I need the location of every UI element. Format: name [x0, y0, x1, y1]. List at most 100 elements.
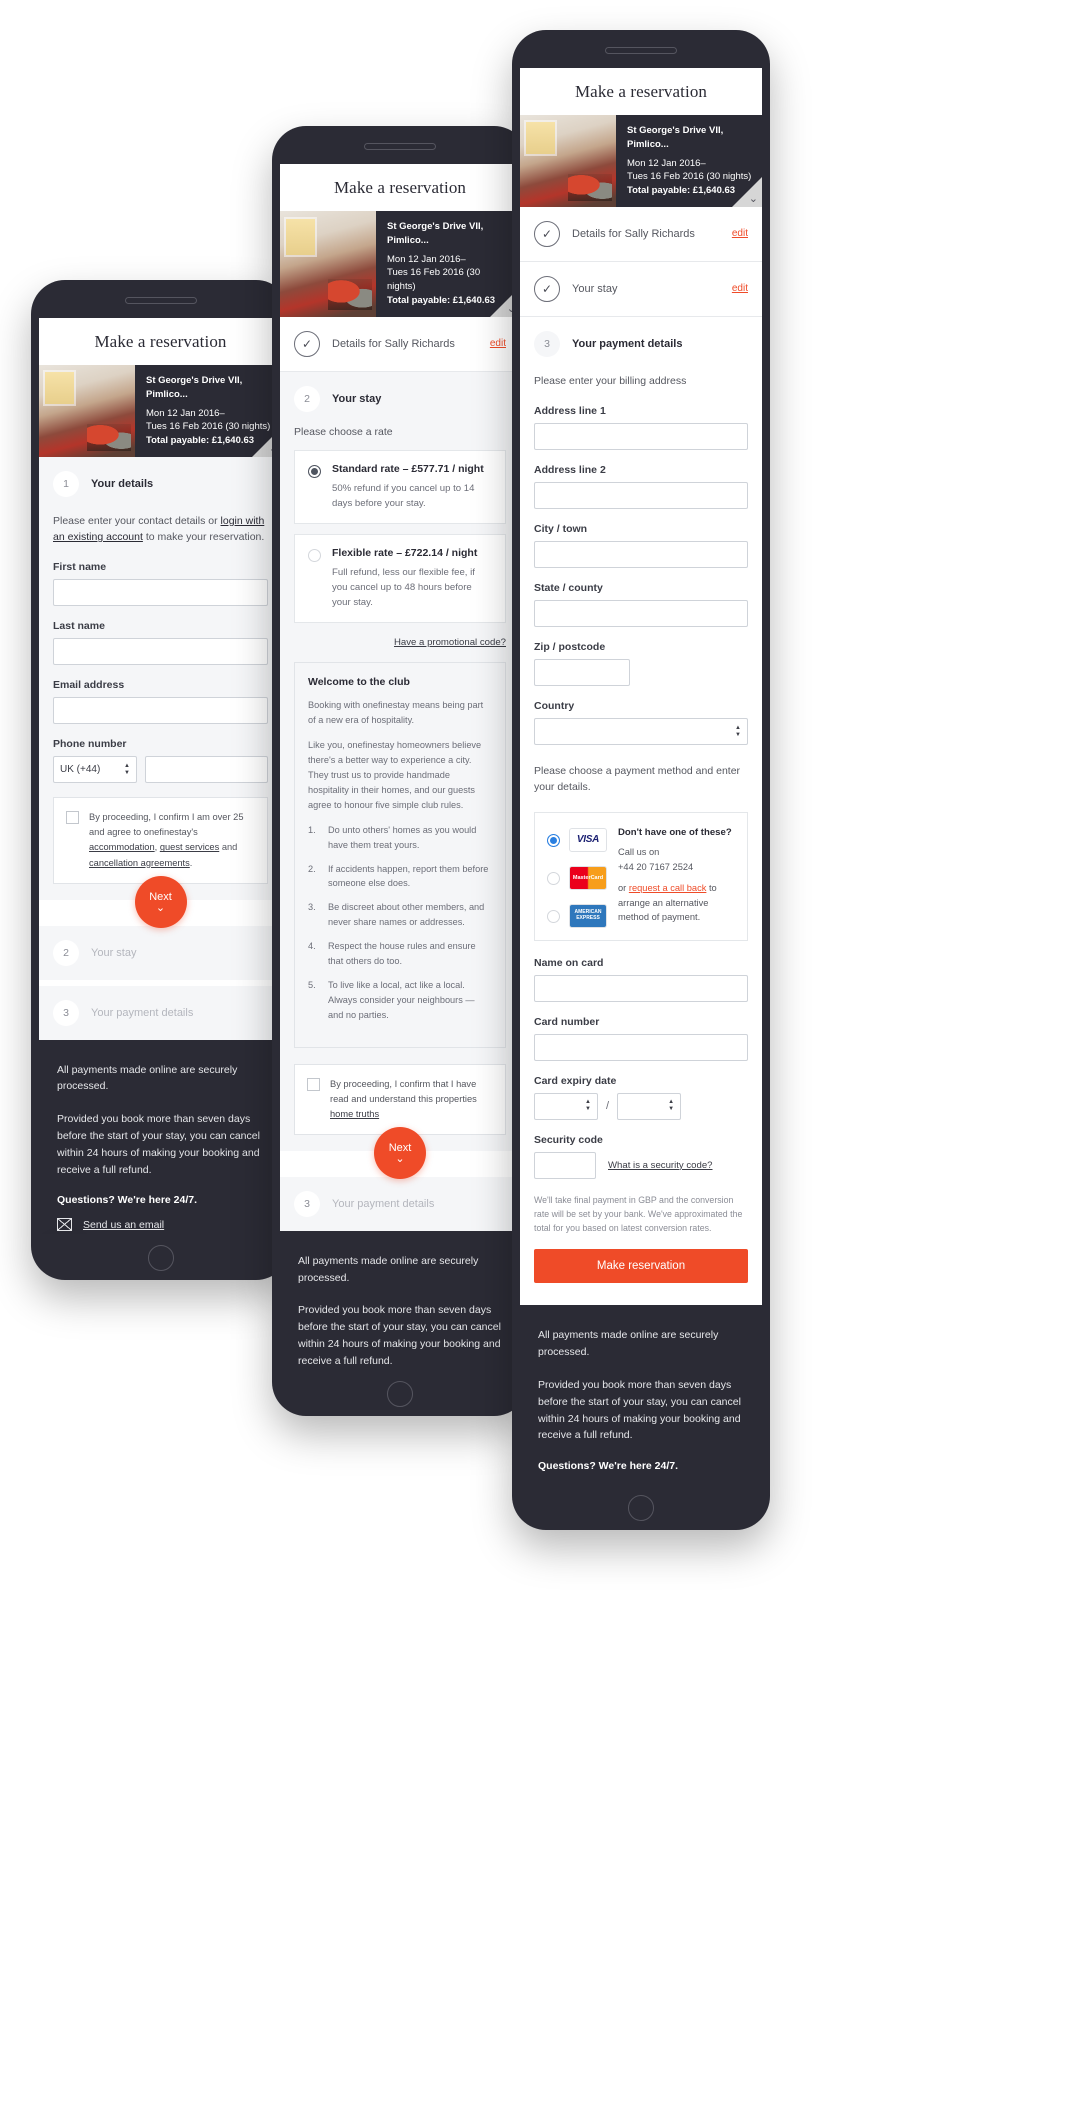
- phone-country-value: UK (+44): [60, 764, 101, 776]
- phone-home-button[interactable]: [147, 1245, 174, 1271]
- state-input[interactable]: [534, 600, 748, 628]
- radio-visa[interactable]: [547, 834, 560, 848]
- property-checkin: Mon 12 Jan 2016–: [627, 157, 706, 169]
- phone-device-step2: Make a reservation St George's Drive VII…: [272, 126, 528, 1416]
- cancellation-link[interactable]: cancellation agreements: [89, 858, 190, 868]
- club-rule: Respect the house rules and ensure that …: [308, 939, 476, 967]
- step-number-3: 3: [53, 999, 79, 1026]
- step-number-2: 2: [53, 939, 79, 966]
- terms-checkbox[interactable]: [66, 811, 79, 825]
- club-rule: To live like a local, act like a local. …: [308, 978, 475, 1020]
- rate-title-standard: Standard rate – £577.71 / night: [332, 462, 484, 475]
- card-number-input[interactable]: [534, 1033, 748, 1061]
- rate-title-flexible: Flexible rate – £722.14 / night: [332, 546, 478, 559]
- edit-details-link[interactable]: edit: [732, 228, 748, 239]
- step-header-details-done[interactable]: ✓ Details for Sally Richards edit: [280, 316, 520, 372]
- next-button-wrap: Next ⌄: [280, 1126, 520, 1179]
- payment-option-mastercard[interactable]: MasterCard: [547, 865, 607, 890]
- club-rules-list: Do unto others' homes as you would have …: [308, 823, 492, 1023]
- form-your-stay: Please choose a rate Standard rate – £57…: [280, 425, 520, 1151]
- phone-home-button[interactable]: [387, 1381, 413, 1407]
- first-name-input[interactable]: [53, 579, 268, 607]
- phone-number-input[interactable]: [145, 756, 268, 784]
- edit-details-link[interactable]: edit: [490, 338, 506, 349]
- check-icon: ✓: [534, 220, 560, 247]
- last-name-input[interactable]: [53, 638, 268, 666]
- next-button-step2[interactable]: Next ⌄: [374, 1126, 426, 1179]
- step-header-your-payment: 3 Your payment details: [520, 316, 762, 371]
- footer-questions: Questions? We're here 24/7.: [57, 1194, 198, 1207]
- guest-services-link[interactable]: guest services: [160, 842, 219, 852]
- name-on-card-input[interactable]: [534, 974, 748, 1002]
- email-input[interactable]: [53, 697, 268, 725]
- screen-step1: Make a reservation St George's Drive VII…: [39, 318, 282, 1234]
- address2-input[interactable]: [534, 482, 748, 510]
- expiry-row: ▲ ▼ / ▲ ▼: [534, 1092, 748, 1120]
- phone-country-select[interactable]: UK (+44) ▲ ▼: [53, 756, 137, 784]
- what-is-security-code-link[interactable]: What is a security code?: [608, 1160, 713, 1171]
- club-rule: Be discreet about other members, and nev…: [308, 900, 485, 928]
- expiry-year-select[interactable]: ▲ ▼: [617, 1092, 682, 1120]
- security-code-input[interactable]: [534, 1151, 596, 1179]
- visa-logo-text: VISA: [576, 834, 600, 846]
- footer-secure-text: All payments made online are securely pr…: [538, 1329, 719, 1359]
- step-header-stay-done[interactable]: ✓ Your stay edit: [520, 261, 762, 317]
- payment-option-visa[interactable]: VISA: [547, 827, 607, 852]
- rate-instruction: Please choose a rate: [294, 425, 393, 438]
- state-label: State / county: [534, 582, 603, 595]
- payment-option-amex[interactable]: AMERICAN EXPRESS: [547, 903, 607, 928]
- or-text: or: [618, 882, 629, 893]
- step-label-your-details: Your details: [91, 477, 154, 490]
- rate-option-standard[interactable]: Standard rate – £577.71 / night 50% refu…: [294, 449, 506, 524]
- property-summary-bar[interactable]: St George's Drive VII, Pimlico... Mon 12…: [39, 365, 282, 457]
- property-photo: [280, 211, 376, 317]
- club-rule: If accidents happen, report them before …: [308, 862, 489, 889]
- phone-home-button[interactable]: [628, 1495, 654, 1521]
- home-truths-text-a: By proceeding, I confirm that I have rea…: [330, 1078, 477, 1104]
- footer-refund-text: Provided you book more than seven days b…: [298, 1304, 501, 1367]
- step-label-your-payment: Your payment details: [91, 1006, 194, 1019]
- currency-fine-print: We'll take final payment in GBP and the …: [534, 1194, 743, 1234]
- radio-standard-rate[interactable]: [308, 464, 321, 478]
- city-input[interactable]: [534, 541, 748, 569]
- radio-flexible-rate[interactable]: [308, 548, 321, 562]
- zip-label: Zip / postcode: [534, 641, 606, 654]
- next-button-step1[interactable]: Next ⌄: [134, 875, 187, 928]
- home-truths-checkbox[interactable]: [307, 1077, 320, 1091]
- country-select[interactable]: ▲ ▼: [534, 718, 748, 746]
- phone-device-step3: Make a reservation St George's Drive VII…: [512, 30, 770, 1530]
- visa-logo: VISA: [569, 827, 607, 852]
- make-reservation-button[interactable]: Make reservation: [534, 1249, 748, 1284]
- zip-input[interactable]: [534, 659, 630, 687]
- step-header-details-done[interactable]: ✓ Details for Sally Richards edit: [520, 206, 762, 262]
- property-summary-bar[interactable]: St George's Drive VII, Pimlico... Mon 12…: [520, 115, 762, 207]
- mastercard-logo: MasterCard: [569, 865, 607, 890]
- spinner-icon: ▲ ▼: [124, 762, 130, 776]
- step-header-your-payment[interactable]: 3 Your payment details: [39, 985, 282, 1040]
- address1-input[interactable]: [534, 423, 748, 451]
- step-header-your-payment[interactable]: 3 Your payment details: [280, 1176, 520, 1231]
- club-paragraph-2: Like you, onefinestay homeowners believe…: [308, 740, 482, 810]
- accommodation-link[interactable]: accommodation: [89, 842, 155, 852]
- rate-option-flexible[interactable]: Flexible rate – £722.14 / night Full ref…: [294, 533, 506, 624]
- promotional-code-link[interactable]: Have a promotional code?: [294, 633, 506, 662]
- home-truths-link[interactable]: home truths: [330, 1109, 379, 1119]
- expiry-month-select[interactable]: ▲ ▼: [534, 1092, 598, 1120]
- check-icon: ✓: [294, 330, 320, 357]
- footer-step3: All payments made online are securely pr…: [520, 1305, 762, 1484]
- radio-mastercard[interactable]: [547, 872, 560, 886]
- page-title: Make a reservation: [39, 318, 282, 365]
- security-code-row: What is a security code?: [534, 1151, 748, 1179]
- property-summary-bar[interactable]: St George's Drive VII, Pimlico... Mon 12…: [280, 211, 520, 317]
- step-header-your-stay[interactable]: 2 Your stay: [39, 925, 282, 980]
- step-header-your-stay: 2 Your stay: [280, 371, 520, 426]
- request-callback-link[interactable]: request a call back: [629, 883, 707, 893]
- footer-email-row[interactable]: Send us an email: [57, 1218, 264, 1232]
- edit-stay-link[interactable]: edit: [732, 283, 748, 294]
- radio-amex[interactable]: [547, 910, 560, 924]
- club-title: Welcome to the club: [308, 676, 410, 689]
- step-label-stay-done: Your stay: [572, 282, 618, 295]
- chevron-down-icon: ⌄: [395, 1152, 405, 1165]
- city-label: City / town: [534, 523, 588, 536]
- home-truths-text: By proceeding, I confirm that I have rea…: [330, 1077, 493, 1122]
